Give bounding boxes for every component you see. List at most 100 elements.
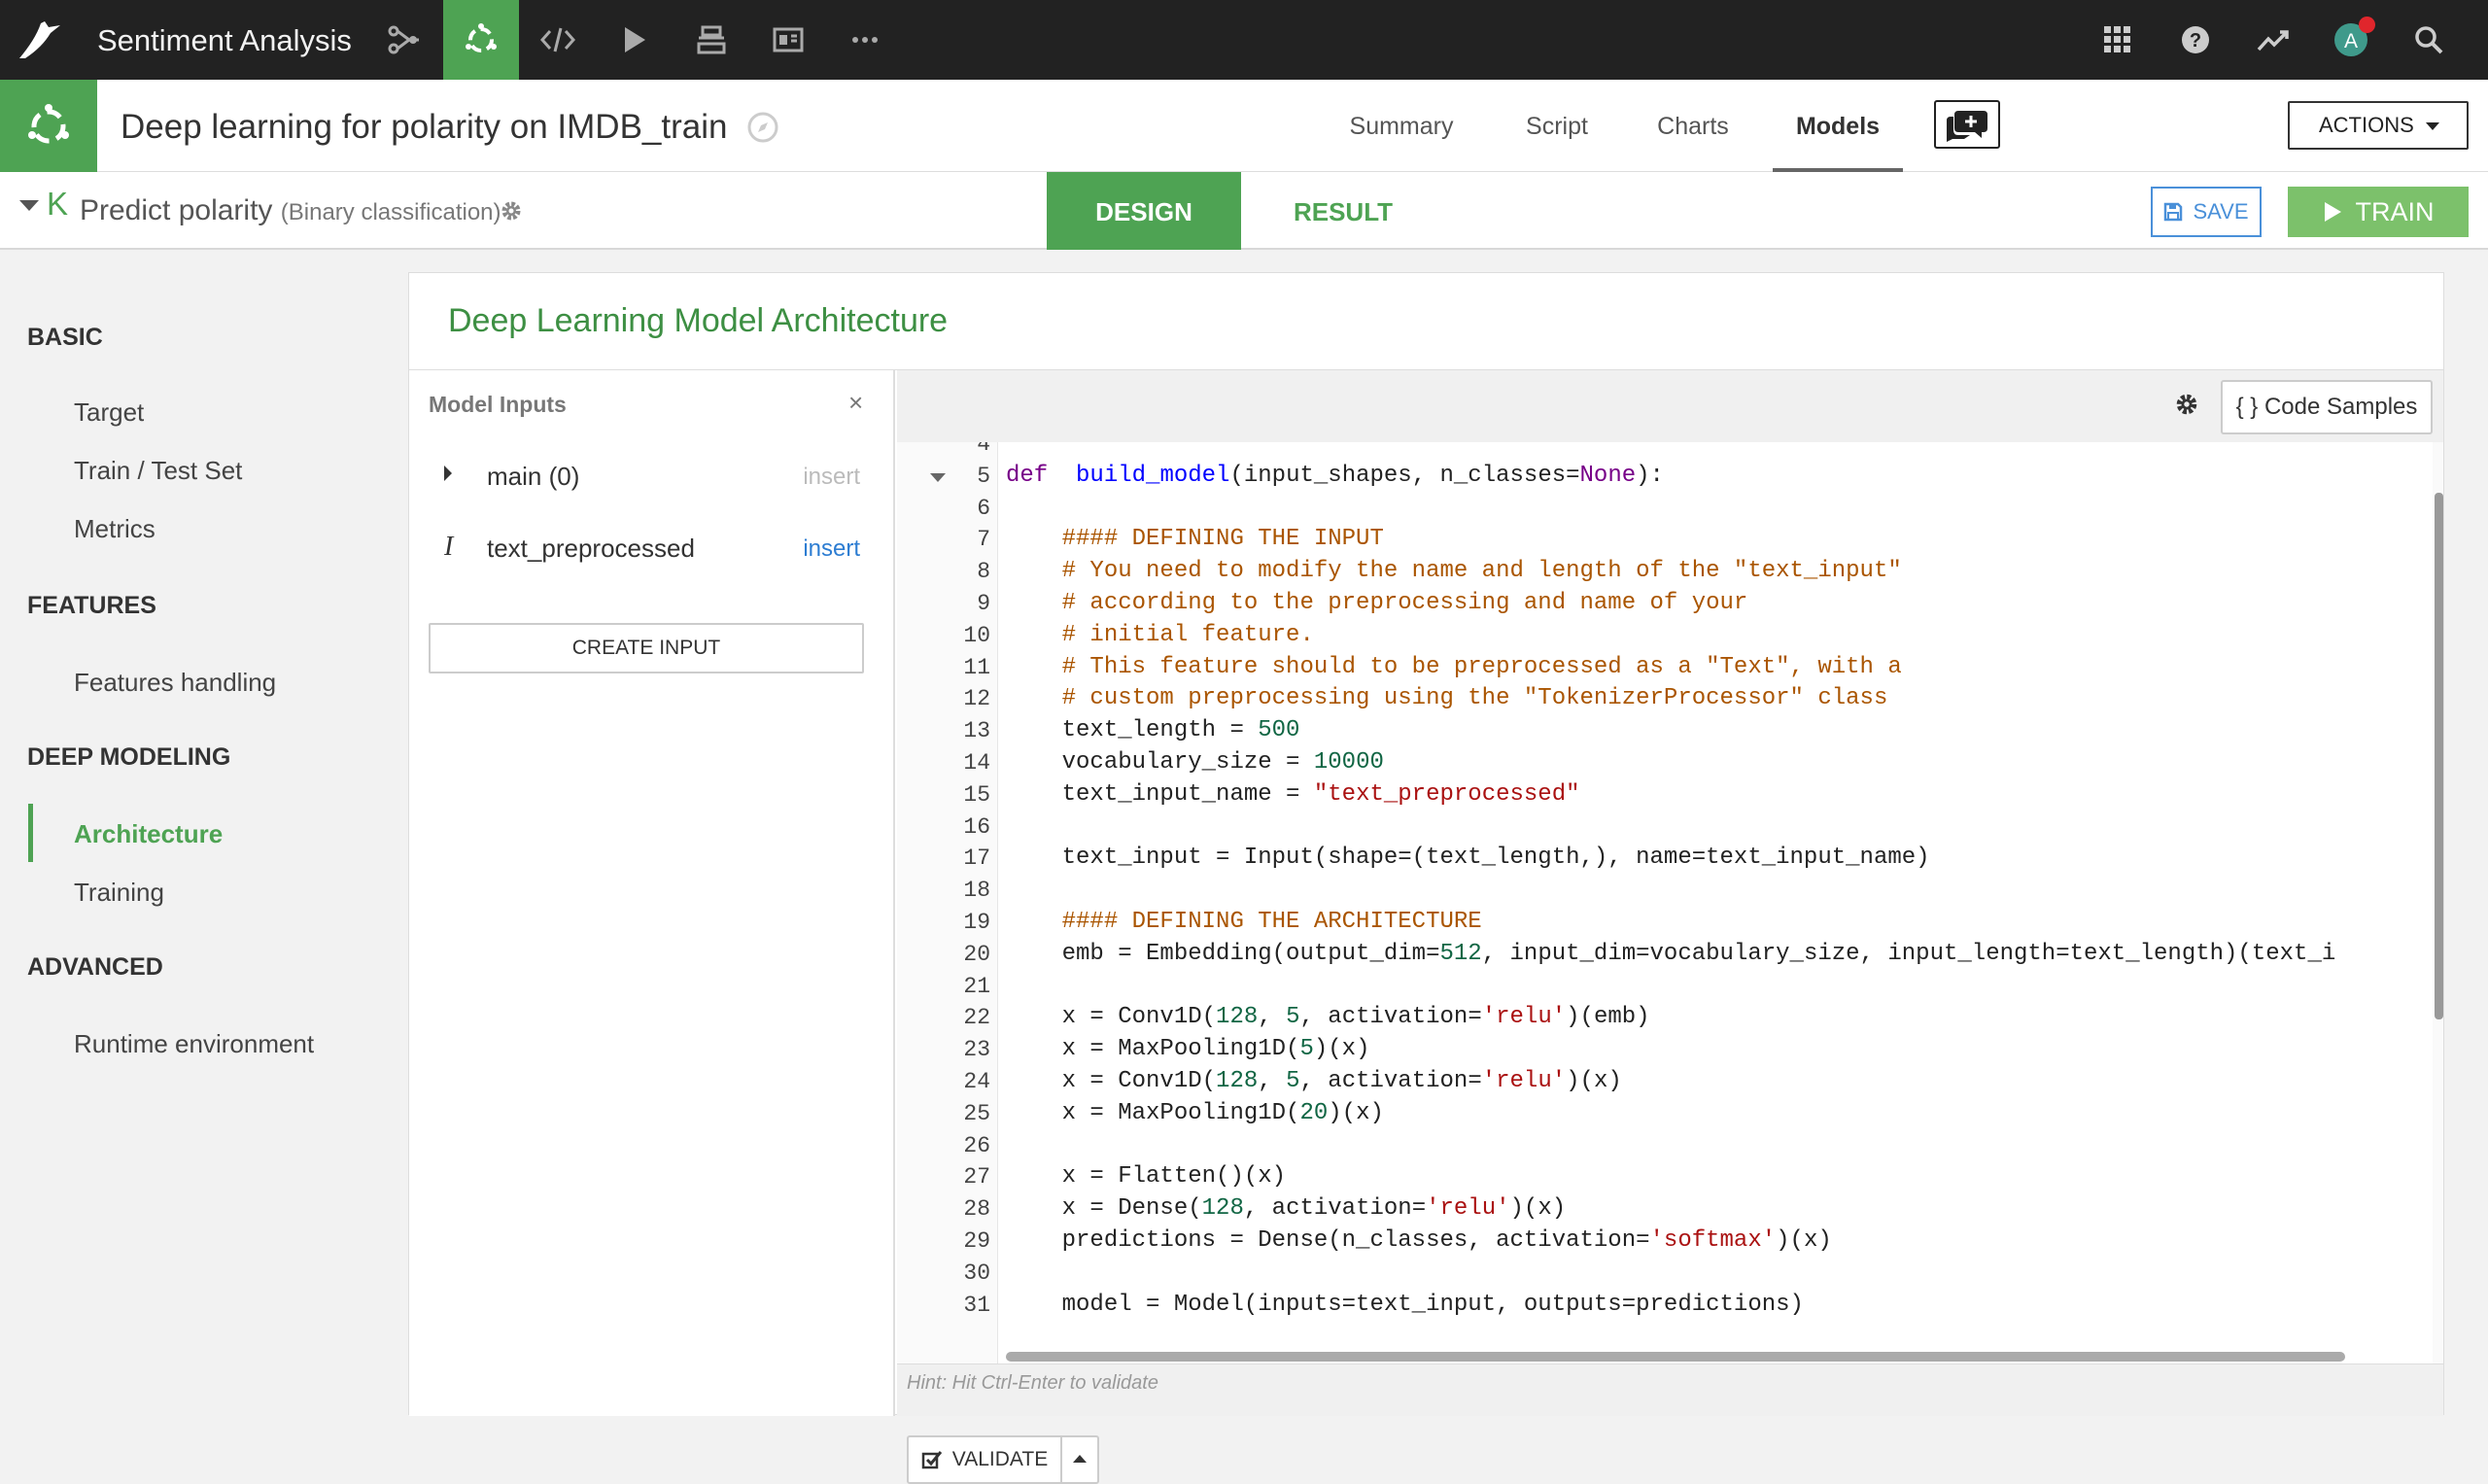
actions-label: ACTIONS bbox=[2319, 113, 2414, 137]
line-number: 4 bbox=[977, 442, 990, 457]
caret-right-icon[interactable] bbox=[442, 460, 454, 483]
tab-script[interactable]: Script bbox=[1508, 80, 1606, 172]
code-token: )(x) bbox=[1566, 1068, 1622, 1094]
close-icon[interactable]: × bbox=[848, 388, 863, 418]
code-line: x = Conv1D(128, 5, activation='relu')(em… bbox=[1006, 1002, 1650, 1033]
nav-item-runtime-environment[interactable]: Runtime environment bbox=[74, 1029, 314, 1059]
line-number: 25 bbox=[963, 1100, 990, 1126]
floppy-disk-icon bbox=[2164, 202, 2183, 222]
input-name: text_preprocessed bbox=[487, 534, 695, 563]
input-row-main[interactable]: main (0) insert bbox=[429, 446, 876, 504]
validate-options-button[interactable] bbox=[1060, 1435, 1099, 1484]
keras-icon: K bbox=[47, 186, 69, 222]
activity-trend-icon[interactable] bbox=[2253, 19, 2294, 60]
nav-item-training[interactable]: Training bbox=[74, 878, 164, 908]
discussions-button[interactable] bbox=[1934, 100, 2000, 149]
datasets-stack-icon[interactable] bbox=[674, 0, 749, 80]
tab-models[interactable]: Models bbox=[1773, 80, 1903, 172]
line-number: 26 bbox=[963, 1132, 990, 1158]
line-number: 17 bbox=[963, 846, 990, 872]
nav-item-architecture[interactable]: Architecture bbox=[74, 819, 223, 849]
actions-dropdown[interactable]: ACTIONS bbox=[2288, 101, 2469, 150]
more-icon[interactable] bbox=[827, 0, 903, 80]
code-token: , activation= bbox=[1299, 1004, 1482, 1031]
nav-item-metrics[interactable]: Metrics bbox=[74, 514, 156, 544]
code-token: )(x) bbox=[1509, 1195, 1567, 1223]
code-line: # according to the preprocessing and nam… bbox=[1006, 588, 1748, 619]
model-name-label: Predict polarity bbox=[80, 194, 273, 226]
save-button[interactable]: SAVE bbox=[2151, 187, 2262, 237]
code-token: #### DEFINING THE ARCHITECTURE bbox=[1061, 909, 1482, 935]
code-token: x = Conv1D( bbox=[1006, 1004, 1217, 1031]
discussion-bubbles-icon bbox=[1947, 111, 1987, 142]
dataiku-logo-icon[interactable] bbox=[16, 17, 64, 62]
code-token: x = MaxPooling1D( bbox=[1006, 1099, 1300, 1126]
line-number: 9 bbox=[977, 591, 990, 616]
editor-settings-gear-icon[interactable] bbox=[2174, 392, 2199, 417]
play-icon bbox=[2324, 202, 2341, 222]
vertical-scrollbar[interactable] bbox=[2435, 493, 2443, 1019]
code-line: x = Flatten()(x) bbox=[1006, 1161, 1286, 1192]
run-icon[interactable] bbox=[597, 0, 673, 80]
model-type-label: (Binary classification) bbox=[280, 199, 501, 225]
hint-bar: Hint: Hit Ctrl-Enter to validate bbox=[897, 1363, 2443, 1416]
code-area[interactable]: 4 5 6 7 8 9 10 11 12 13 14 15 16 17 18 19 20 21 22 23 24 25 26… bbox=[897, 442, 2433, 1363]
checkbox-check-icon bbox=[921, 1451, 942, 1469]
fold-caret-icon[interactable] bbox=[930, 472, 946, 482]
tab-result[interactable]: RESULT bbox=[1241, 172, 1445, 250]
code-token: 'relu' bbox=[1426, 1195, 1510, 1223]
lab-icon[interactable] bbox=[443, 0, 519, 80]
code-token: # initial feature. bbox=[1061, 621, 1314, 648]
code-token: model = Model(inputs=text_input, outputs… bbox=[1006, 1291, 1804, 1318]
analysis-icon bbox=[0, 80, 97, 172]
code-line: text_length = 500 bbox=[1006, 715, 1300, 746]
tab-summary[interactable]: Summary bbox=[1333, 80, 1469, 172]
code-token: (input_shapes, n_classes= bbox=[1229, 462, 1580, 489]
nav-item-target[interactable]: Target bbox=[74, 397, 144, 428]
code-token: 5 bbox=[1286, 1004, 1300, 1031]
validate-button[interactable]: VALIDATE bbox=[907, 1435, 1062, 1484]
apps-grid-icon[interactable] bbox=[2097, 19, 2138, 60]
code-token: 'softmax' bbox=[1649, 1227, 1777, 1254]
search-icon[interactable] bbox=[2408, 19, 2449, 60]
model-settings-gear-icon[interactable] bbox=[500, 199, 523, 223]
tab-design[interactable]: DESIGN bbox=[1047, 172, 1241, 250]
user-avatar[interactable]: A bbox=[2331, 17, 2375, 60]
code-token: # according to the preprocessing and nam… bbox=[1061, 590, 1748, 616]
insert-link[interactable]: insert bbox=[803, 535, 860, 563]
line-number: 13 bbox=[963, 718, 990, 744]
flow-icon[interactable] bbox=[366, 0, 442, 80]
code-samples-button[interactable]: { } Code Samples bbox=[2221, 380, 2433, 434]
code-token: 10000 bbox=[1313, 749, 1384, 776]
line-number: 8 bbox=[977, 559, 990, 585]
compass-info-icon[interactable] bbox=[746, 111, 779, 144]
design-settings-nav: BASIC Target Train / Test Set Metrics FE… bbox=[0, 252, 408, 1415]
code-token: text_input_name = bbox=[1006, 780, 1314, 808]
dashboard-icon[interactable] bbox=[750, 0, 826, 80]
create-input-button[interactable]: CREATE INPUT bbox=[429, 623, 864, 673]
horizontal-scrollbar[interactable] bbox=[1006, 1352, 2345, 1362]
train-button[interactable]: TRAIN bbox=[2288, 187, 2469, 237]
train-label: TRAIN bbox=[2355, 196, 2435, 226]
line-number: 16 bbox=[963, 813, 990, 840]
caret-down-icon bbox=[2426, 122, 2439, 130]
architecture-panel: Deep Learning Model Architecture Model I… bbox=[408, 272, 2444, 1484]
line-number: 29 bbox=[963, 1228, 990, 1254]
line-number: 22 bbox=[963, 1005, 990, 1031]
nav-item-train-test-set[interactable]: Train / Test Set bbox=[74, 456, 242, 486]
collapse-caret-icon[interactable] bbox=[19, 200, 39, 211]
input-row-text-preprocessed[interactable]: I text_preprocessed insert bbox=[429, 518, 876, 576]
line-number: 23 bbox=[963, 1037, 990, 1063]
code-icon[interactable] bbox=[520, 0, 596, 80]
tab-charts[interactable]: Charts bbox=[1644, 80, 1742, 172]
line-number: 31 bbox=[963, 1292, 990, 1318]
panel-title: Deep Learning Model Architecture bbox=[448, 302, 949, 339]
help-icon[interactable]: ? bbox=[2175, 19, 2216, 60]
model-name[interactable]: Predict polarity (Binary classification) bbox=[80, 172, 501, 252]
project-name[interactable]: Sentiment Analysis bbox=[97, 0, 352, 80]
nav-item-features-handling[interactable]: Features handling bbox=[74, 668, 276, 698]
